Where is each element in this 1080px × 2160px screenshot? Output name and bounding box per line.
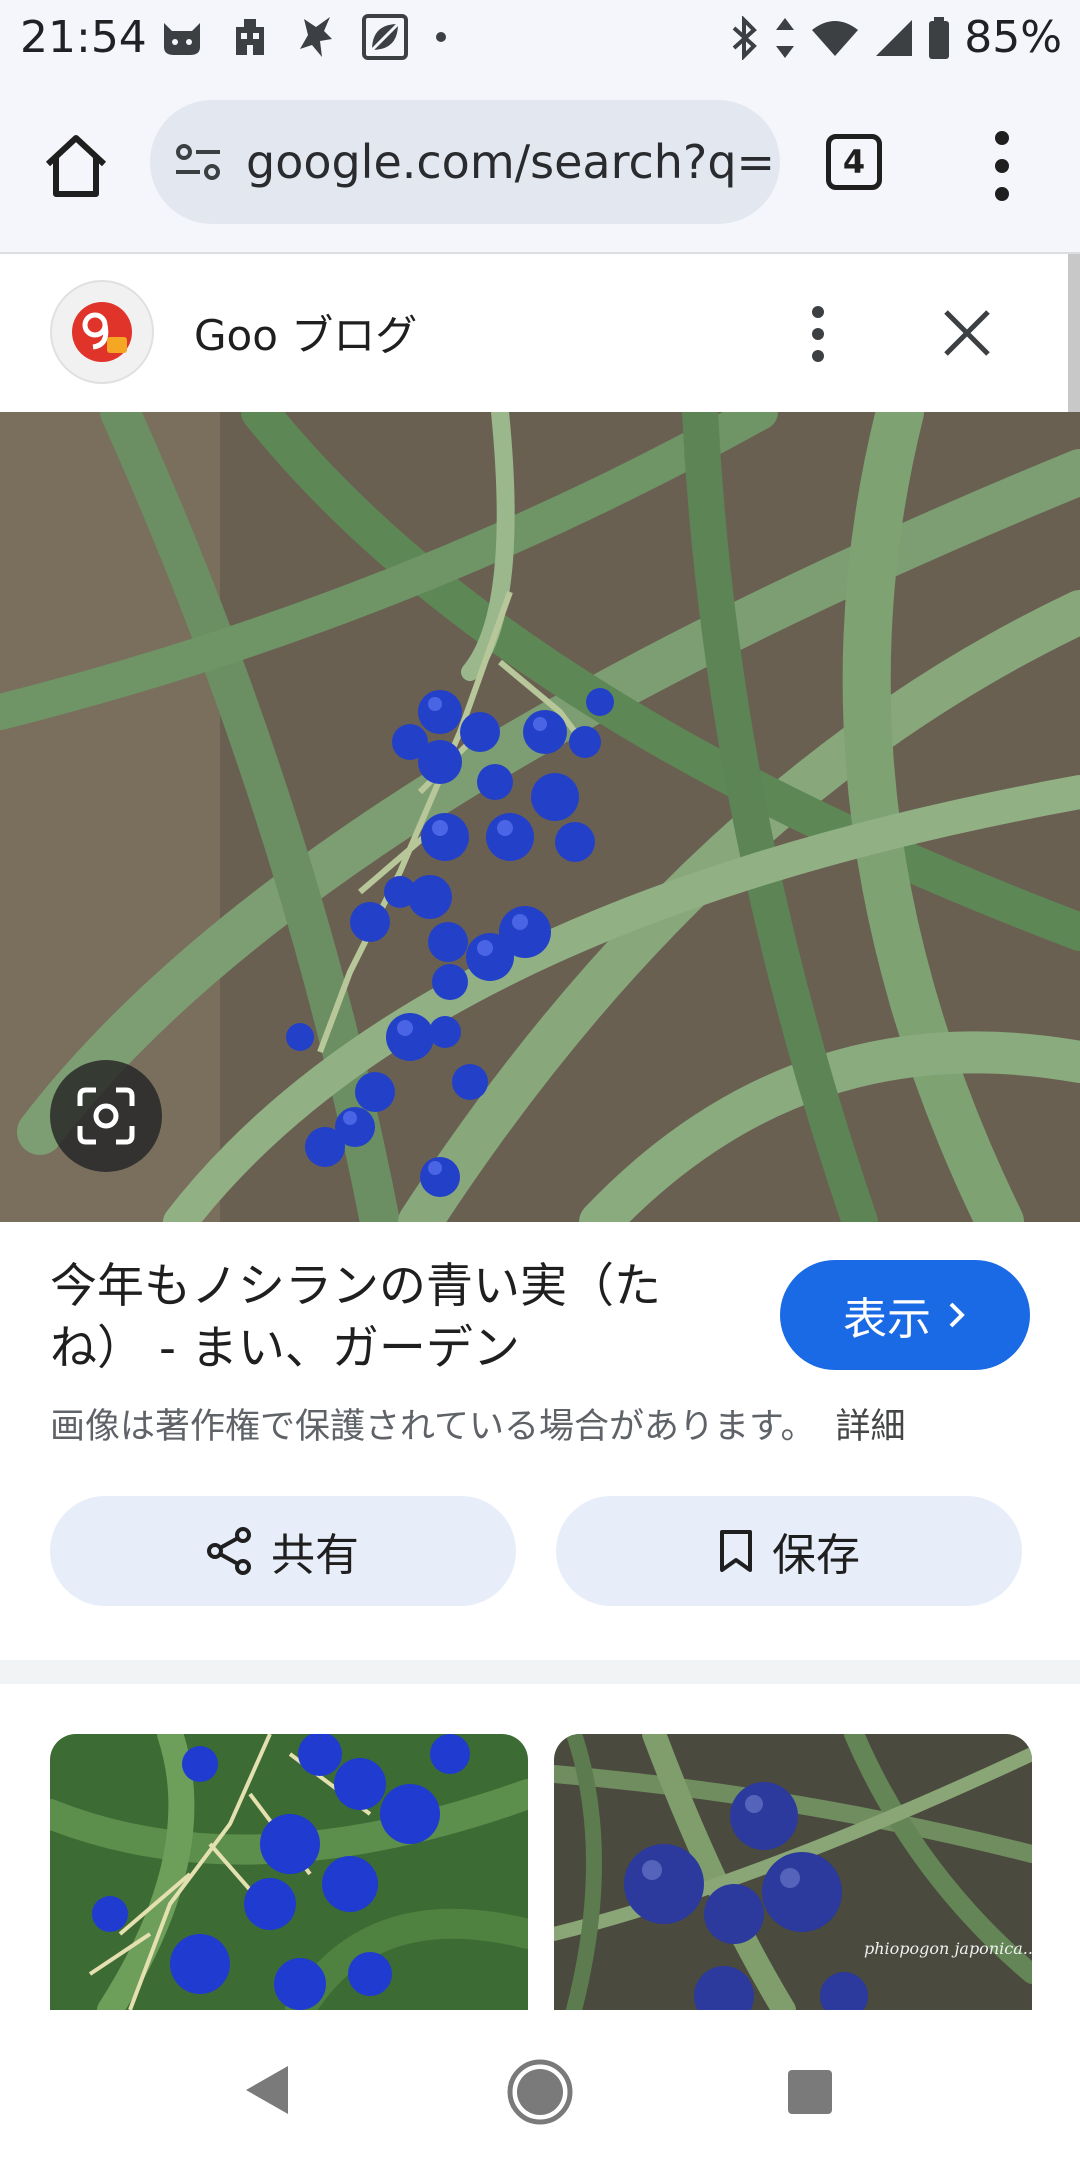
result-image[interactable]: [0, 412, 1080, 1222]
section-divider: [0, 1660, 1080, 1684]
copyright-text: 画像は著作権で保護されている場合があります。: [50, 1407, 816, 1447]
leaf-square-icon: [362, 14, 408, 60]
recents-icon[interactable]: [786, 2068, 834, 2116]
share-button[interactable]: 共有: [50, 1496, 516, 1606]
share-icon: [207, 1527, 251, 1575]
status-time: 21:54: [20, 12, 147, 63]
google-lens-icon: [77, 1087, 135, 1145]
view-button[interactable]: 表示: [780, 1260, 1030, 1370]
site-name[interactable]: Goo ブログ: [194, 302, 417, 363]
site-logo: [50, 280, 154, 384]
view-button-label: 表示: [843, 1294, 931, 1345]
bookmark-icon: [720, 1530, 752, 1572]
wifi-icon: [812, 20, 859, 56]
back-icon[interactable]: [240, 2062, 296, 2118]
system-navigation-bar: [0, 2010, 1080, 2160]
notification-icons: [160, 14, 448, 60]
battery-icon: [929, 16, 950, 59]
site-settings-icon[interactable]: [170, 134, 226, 190]
tab-switcher-button[interactable]: 4: [826, 134, 882, 190]
thumbnail-watermark: phiopogon japonica...: [864, 1939, 1032, 1958]
character-icon: [300, 17, 332, 57]
goo-blog-logo-icon: [72, 302, 132, 362]
dot-icon: [436, 32, 446, 42]
related-photo-2: phiopogon japonica...: [554, 1734, 1032, 2010]
details-link[interactable]: 詳細: [835, 1407, 905, 1447]
tab-count: 4: [842, 143, 866, 181]
save-label: 保存: [772, 1530, 860, 1581]
bluetooth-icon: [732, 15, 758, 60]
signal-icon: [876, 19, 913, 56]
address-bar[interactable]: google.com/search?q=: [150, 100, 780, 224]
battery-percent: 85%: [964, 12, 1062, 63]
related-photo-1: [50, 1734, 528, 2010]
more-vert-icon[interactable]: [806, 304, 830, 364]
close-icon[interactable]: [940, 306, 994, 360]
save-button[interactable]: 保存: [556, 1496, 1022, 1606]
system-icons: 85%: [730, 12, 1062, 63]
berries-photo: [0, 412, 1080, 1222]
lens-button[interactable]: [50, 1060, 162, 1172]
scrollbar[interactable]: [1068, 254, 1080, 412]
result-title[interactable]: 今年もノシランの青い実（たね） - まい、ガーデン: [50, 1256, 740, 1380]
browser-toolbar: google.com/search?q= 4: [0, 80, 1080, 254]
more-options-icon[interactable]: [990, 128, 1014, 204]
related-image-2[interactable]: phiopogon japonica...: [554, 1734, 1032, 2010]
building-icon: [236, 19, 264, 55]
home-icon[interactable]: [40, 130, 112, 202]
home-circle-icon[interactable]: [506, 2058, 574, 2126]
data-arrows-icon: [776, 17, 795, 58]
image-viewer-header: Goo ブログ: [0, 254, 1068, 412]
share-label: 共有: [271, 1530, 359, 1581]
status-bar: 21:54 85%: [0, 0, 1080, 80]
url-text[interactable]: google.com/search?q=: [246, 135, 775, 189]
cat-icon: [164, 23, 200, 55]
chevron-right-icon: [949, 1302, 965, 1328]
related-image-1[interactable]: [50, 1734, 528, 2010]
copyright-notice: 画像は著作権で保護されている場合があります。 詳細: [50, 1398, 905, 1449]
